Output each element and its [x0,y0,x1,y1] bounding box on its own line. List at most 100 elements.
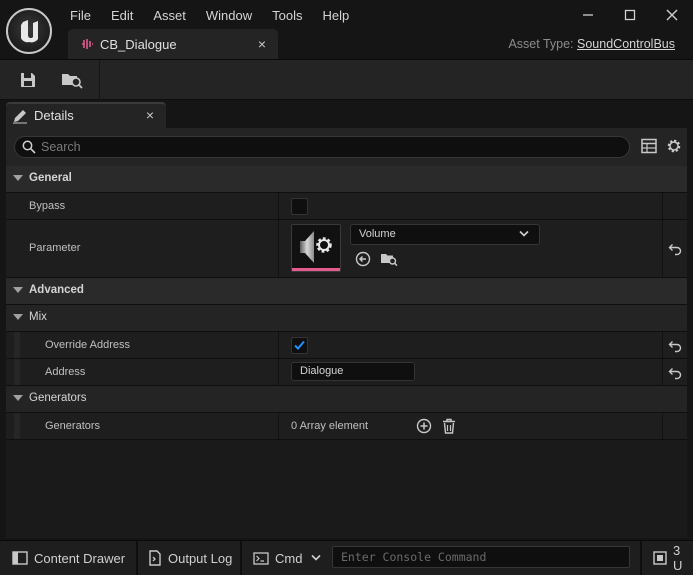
document-tab[interactable]: CB_Dialogue × [68,29,278,59]
details-panel: General Bypass Parameter [6,128,687,538]
menu-file[interactable]: File [60,4,101,26]
search-row [6,128,687,166]
status-bar: Content Drawer Output Log Cmd Enter Cons… [0,540,693,575]
category-general-label: General [29,172,72,184]
reset-column [662,193,663,219]
bypass-label: Bypass [29,200,66,212]
save-button[interactable] [14,66,42,94]
category-advanced[interactable]: Advanced [6,278,687,305]
collapse-arrow-icon [13,287,23,293]
category-mix-label: Mix [29,311,47,323]
collapse-arrow-icon [13,395,23,401]
asset-toolbar [0,60,693,100]
indent-guide [14,413,20,439]
browse-to-asset-button[interactable] [58,66,86,94]
cmd-label: Cmd [275,550,303,566]
cmd-dropdown[interactable]: Cmd [253,545,322,571]
output-log-button[interactable]: Output Log [148,545,232,571]
output-log-icon [148,550,162,566]
address-label: Address [45,366,86,378]
property-row-override-address: Override Address [6,332,687,359]
details-tab-label: Details [34,108,74,123]
pencil-icon [13,110,27,124]
column-splitter[interactable] [278,413,279,439]
add-element-icon[interactable] [416,418,432,434]
column-splitter[interactable] [278,220,279,277]
menu-help[interactable]: Help [312,4,359,26]
chevron-down-icon [311,554,322,561]
maximize-icon [624,9,636,21]
gear-icon[interactable] [665,137,683,155]
parameter-thumbnail[interactable] [291,224,341,272]
terminal-icon [253,551,269,565]
save-icon [21,73,35,87]
menu-asset[interactable]: Asset [143,4,196,26]
sound-parameter-icon [300,231,332,263]
source-control-label: 3 U [673,543,683,573]
content-drawer-label: Content Drawer [34,550,126,566]
asset-type-link[interactable]: SoundControlBus [577,37,675,51]
category-generators[interactable]: Generators [6,386,687,413]
window-controls [567,0,693,30]
reset-to-default-icon[interactable] [668,366,682,380]
column-splitter[interactable] [278,332,279,358]
tab-details[interactable]: Details × [6,102,166,128]
source-control-button[interactable]: 3 U [653,543,693,573]
parameter-dropdown[interactable]: Volume [350,224,540,245]
browse-to-asset-icon [62,74,83,89]
minimize-button[interactable] [567,0,609,30]
close-window-button[interactable] [651,0,693,30]
status-bar-divider [640,541,642,575]
browse-icon[interactable] [380,251,398,267]
parameter-label: Parameter [29,242,81,254]
generators-array-count: 0 Array element [291,420,369,432]
menu-tools[interactable]: Tools [262,4,312,26]
checkmark-icon [294,340,305,350]
search-box[interactable] [14,136,630,158]
details-tab-close-icon[interactable]: × [146,107,154,123]
category-general[interactable]: General [6,166,687,193]
category-mix[interactable]: Mix [6,305,687,332]
bypass-checkbox[interactable] [291,198,308,215]
maximize-button[interactable] [609,0,651,30]
menu-window[interactable]: Window [196,4,262,26]
search-input[interactable] [41,139,621,155]
indent-guide [14,359,20,385]
indent-guide [14,332,20,358]
reset-column [662,220,663,277]
console-command-input[interactable] [332,546,630,568]
override-address-checkbox[interactable] [291,337,308,354]
menu-edit[interactable]: Edit [101,4,143,26]
unreal-logo-icon[interactable] [6,8,52,54]
output-log-label: Output Log [168,550,233,566]
column-splitter[interactable] [278,193,279,219]
address-field[interactable]: Dialogue [291,362,415,381]
content-drawer-button[interactable]: Content Drawer [12,545,125,571]
document-tab-label: CB_Dialogue [100,37,177,52]
status-bar-divider [136,541,138,575]
override-address-label: Override Address [45,339,130,351]
property-row-parameter: Parameter Volume [6,220,687,278]
content-drawer-icon [12,551,28,565]
generators-label: Generators [45,420,101,432]
parameter-dropdown-value: Volume [359,228,396,240]
reset-column [662,413,663,439]
toolbar-divider [99,60,100,100]
category-advanced-label: Advanced [29,284,84,296]
collapse-arrow-icon [13,314,23,320]
document-tab-close-icon[interactable]: × [258,36,266,52]
sound-control-bus-icon [82,39,93,49]
chevron-down-icon [519,230,529,237]
property-row-address: Address Dialogue [6,359,687,386]
reset-to-default-icon[interactable] [668,339,682,353]
menu-bar: File Edit Asset Window Tools Help [60,4,359,26]
property-row-generators: Generators 0 Array element [6,413,687,440]
property-matrix-icon[interactable] [641,138,657,154]
asset-type-info: Asset Type: SoundControlBus [508,37,675,51]
trash-icon[interactable] [442,418,456,434]
reset-to-default-icon[interactable] [668,242,682,256]
title-bar: File Edit Asset Window Tools Help CB_Dia… [0,0,693,60]
use-selected-icon[interactable] [355,251,371,267]
search-icon [22,140,36,154]
column-splitter[interactable] [278,359,279,385]
